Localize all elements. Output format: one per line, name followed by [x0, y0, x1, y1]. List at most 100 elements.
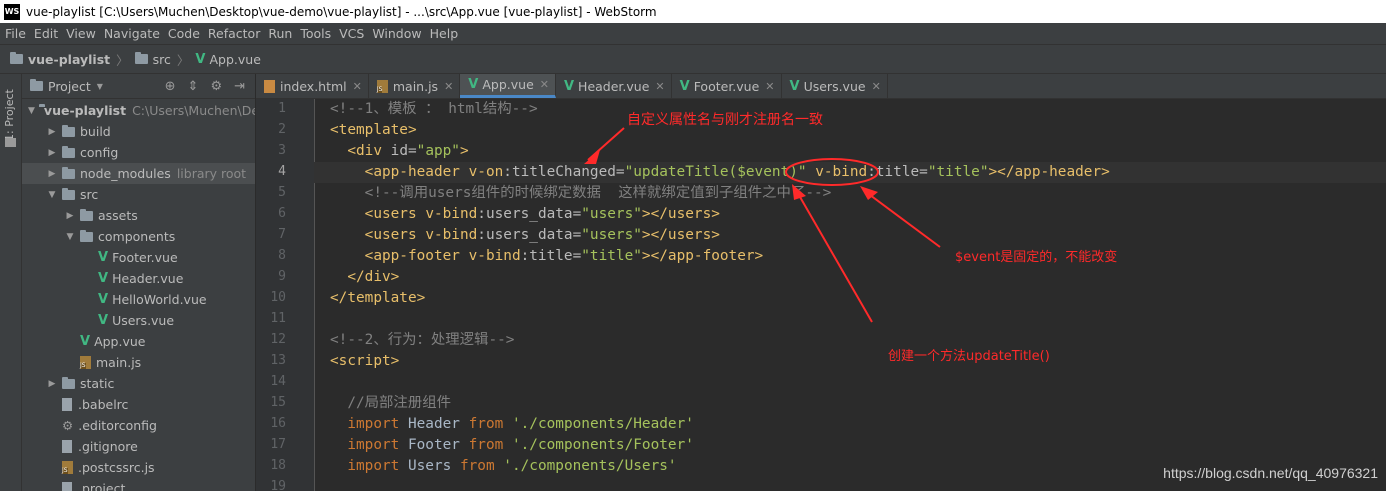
menu-file[interactable]: File [0, 26, 29, 41]
line-number: 5 [278, 185, 286, 200]
code-token: "users" [581, 227, 642, 243]
tree-item[interactable]: ▶ config [22, 142, 255, 163]
tab-main-js[interactable]: main.js ✕ [369, 74, 461, 98]
close-icon[interactable]: ✕ [540, 78, 549, 91]
hide-icon[interactable]: ⇥ [234, 79, 245, 94]
breadcrumb-project[interactable]: vue-playlist [6, 52, 114, 67]
code-token: import [330, 416, 408, 432]
code-token: "users" [581, 206, 642, 222]
expand-closed-icon[interactable]: ▶ [64, 211, 76, 221]
window-title: vue-playlist [C:\Users\Muchen\Desktop\vu… [26, 4, 657, 19]
tree-item[interactable]: V HelloWorld.vue [22, 289, 255, 310]
expand-closed-icon[interactable]: ▶ [46, 148, 58, 158]
menu-navigate[interactable]: Navigate [99, 26, 163, 41]
folder-icon [62, 376, 75, 389]
code-token: from [468, 437, 512, 453]
close-icon[interactable]: ✕ [765, 80, 774, 93]
vue-file-icon: V [468, 77, 479, 92]
collapse-all-icon[interactable]: ⇕ [188, 79, 199, 94]
close-icon[interactable]: ✕ [444, 80, 453, 93]
tree-item[interactable]: .gitignore [22, 436, 255, 457]
tree-item-label: .babelrc [78, 397, 129, 412]
expand-open-icon[interactable]: ▼ [46, 190, 58, 200]
breadcrumb-file[interactable]: V App.vue [191, 52, 264, 67]
menu-vcs[interactable]: VCS [334, 26, 367, 41]
menu-window[interactable]: Window [367, 26, 424, 41]
locate-icon[interactable]: ⊕ [165, 79, 176, 94]
gear-icon[interactable]: ⚙ [210, 79, 222, 94]
menu-help[interactable]: Help [425, 26, 462, 41]
tree-item[interactable]: ▼ src [22, 184, 255, 205]
tree-item-label: Footer.vue [112, 250, 178, 265]
vue-file-icon: V [98, 292, 109, 307]
tree-item[interactable]: V App.vue [22, 331, 255, 352]
annotation-create-method: 创建一个方法updateTitle() [888, 349, 1050, 364]
menu-edit[interactable]: Edit [29, 26, 61, 41]
line-number-gutter: 1 2 3 4 5 6 7 8 9 10 11 12 13 14 15 16 17 18 19 [256, 99, 315, 491]
folder-icon [62, 187, 75, 200]
tab-header-vue[interactable]: V Header.vue ✕ [556, 74, 672, 98]
close-icon[interactable]: ✕ [872, 80, 881, 93]
menu-tools[interactable]: Tools [295, 26, 334, 41]
tree-item[interactable]: V Users.vue [22, 310, 255, 331]
breadcrumb: vue-playlist 〉 src 〉 V App.vue [0, 44, 1386, 74]
project-panel: Project ▼ ⊕ ⇕ ⚙ ⇥ ▼ vue-playlist C:\Users\… [22, 74, 255, 491]
tree-item[interactable]: ▶ assets [22, 205, 255, 226]
tab-label: Users.vue [803, 78, 866, 94]
tree-item[interactable]: ⚙ .editorconfig [22, 415, 255, 436]
code-line: <!--2、行为：处理逻辑--> [330, 330, 514, 351]
tree-item[interactable]: .project [22, 478, 255, 491]
folder-icon [30, 79, 43, 91]
tab-app-vue[interactable]: V App.vue ✕ [460, 74, 556, 98]
code-token: ></app-footer> [641, 248, 764, 264]
tree-item[interactable]: ▶ static [22, 373, 255, 394]
code-token: v-on [468, 164, 504, 180]
tab-footer-vue[interactable]: V Footer.vue ✕ [672, 74, 782, 98]
code-token: "app" [416, 143, 460, 159]
tree-item[interactable]: ▼ vue-playlist C:\Users\Muchen\De [22, 100, 255, 121]
expand-closed-icon[interactable]: ▶ [46, 379, 58, 389]
tree-item[interactable]: V Header.vue [22, 268, 255, 289]
code-line: <div id="app"> [330, 141, 468, 162]
menu-view[interactable]: View [61, 26, 99, 41]
line-number: 8 [278, 248, 286, 263]
breadcrumb-src[interactable]: src [131, 52, 175, 67]
code-token: <!--调用users组件的时候绑定数据 这样就绑定值到子组件之中了--> [330, 185, 832, 201]
tree-item[interactable]: ▼ components [22, 226, 255, 247]
menu-refactor[interactable]: Refactor [203, 26, 263, 41]
code-line: import Header from './components/Header' [330, 414, 694, 435]
file-icon [62, 482, 72, 491]
project-view-selector[interactable]: Project ▼ [30, 79, 103, 94]
code-token: <!--2、行为：处理逻辑--> [330, 332, 515, 348]
tree-item[interactable]: main.js [22, 352, 255, 373]
code-token: <app-header [330, 164, 469, 180]
code-line: <users v-bind:users_data="users"></users… [330, 225, 720, 246]
tree-item-label: HelloWorld.vue [112, 292, 207, 307]
code-area[interactable]: <!--1、模板 ： html结构--> <template> <div id="… [330, 99, 1386, 491]
code-line: <script> [330, 351, 399, 372]
vue-file-icon: V [563, 78, 575, 94]
tree-item[interactable]: V Footer.vue [22, 247, 255, 268]
menu-code[interactable]: Code [163, 26, 203, 41]
expand-closed-icon[interactable]: ▶ [46, 169, 58, 179]
menu-run[interactable]: Run [263, 26, 295, 41]
expand-open-icon[interactable]: ▼ [28, 106, 35, 116]
tab-label: Footer.vue [693, 78, 760, 94]
close-icon[interactable]: ✕ [353, 80, 362, 93]
tab-index-html[interactable]: index.html ✕ [256, 74, 369, 98]
tab-users-vue[interactable]: V Users.vue ✕ [782, 74, 888, 98]
tree-item[interactable]: .postcssrc.js [22, 457, 255, 478]
expand-closed-icon[interactable]: ▶ [46, 127, 58, 137]
expand-open-icon[interactable]: ▼ [64, 232, 76, 242]
line-number: 14 [270, 374, 286, 389]
tree-item[interactable]: ▶ build [22, 121, 255, 142]
folder-icon [10, 52, 23, 64]
line-number: 16 [270, 416, 286, 431]
tab-label: index.html [280, 78, 347, 94]
close-icon[interactable]: ✕ [655, 80, 664, 93]
code-editor[interactable]: 1 2 3 4 5 6 7 8 9 10 11 12 13 14 15 16 17 18 19 <!--1、模板 ：… [256, 99, 1386, 491]
code-token: './components/Footer' [511, 437, 694, 453]
file-icon [62, 440, 72, 453]
tree-item[interactable]: .babelrc [22, 394, 255, 415]
tree-item[interactable]: ▶ node_modules library root [22, 163, 255, 184]
